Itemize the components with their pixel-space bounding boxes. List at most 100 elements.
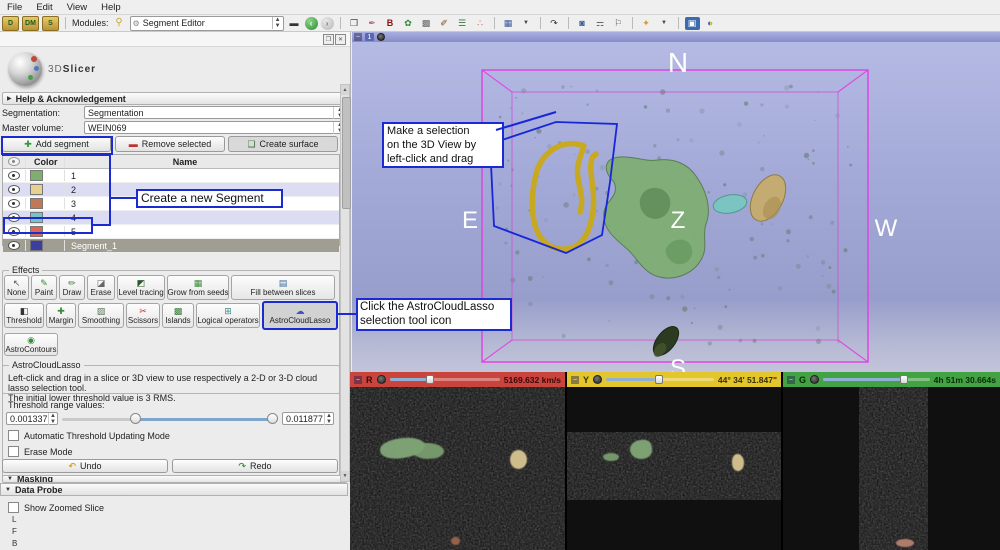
redo-button[interactable]: ↷ Redo (172, 459, 338, 473)
forward-icon[interactable]: › (320, 16, 334, 30)
eye-icon[interactable] (8, 199, 20, 208)
remove-selected-button[interactable]: ▬ Remove selected (115, 136, 225, 152)
panel-scrollbar[interactable]: ▲ ▼ (340, 84, 351, 482)
threshold-min-handle[interactable] (130, 413, 141, 424)
save-data-icon[interactable]: S (42, 15, 59, 31)
threed-view-controller-bar: – 1 (352, 32, 1000, 42)
module-history-icon[interactable]: ▬ (287, 17, 302, 30)
volume-rendering-icon[interactable]: ✒ (365, 17, 380, 30)
segment-color-swatch[interactable] (30, 198, 43, 209)
threshold-max-handle[interactable] (267, 413, 278, 424)
menu-file[interactable]: File (0, 2, 29, 13)
scroll-up-icon[interactable]: ▲ (341, 85, 349, 95)
masking-header[interactable]: ▼ Masking (2, 475, 347, 483)
slice-body-green[interactable] (783, 387, 1000, 550)
effect-scissors[interactable]: ✂ Scissors (126, 303, 160, 328)
layout-selector-icon[interactable]: ▦ (501, 17, 516, 30)
slice-view-green[interactable]: – G 4h 51m 30.664s (783, 372, 1000, 550)
menu-edit[interactable]: Edit (29, 2, 59, 13)
slice-offset-slider[interactable] (823, 375, 930, 384)
extensions-manager-icon[interactable]: ▣ (684, 16, 700, 30)
close-panel-icon[interactable]: ✕ (335, 34, 346, 45)
screenshot-icon[interactable]: ◙ (575, 17, 590, 30)
effect-none[interactable]: ↖ None (4, 275, 29, 300)
segment-color-swatch[interactable] (30, 170, 43, 181)
eye-icon[interactable] (8, 185, 20, 194)
slice-slider-handle[interactable] (899, 375, 908, 384)
effect-astrocontours[interactable]: ◉ AstroContours (4, 333, 58, 356)
data-module-icon[interactable]: ❒ (347, 17, 362, 30)
scene-view-icon[interactable]: ⚎ (593, 17, 608, 30)
segment-color-swatch[interactable] (30, 184, 43, 195)
editor-module-icon[interactable]: B (383, 17, 398, 30)
slice-menu-icon[interactable]: – (787, 375, 795, 384)
undo-button[interactable]: ↶ Undo (2, 459, 168, 473)
effect-smoothing[interactable]: ▨ Smoothing (78, 303, 124, 328)
module-search-icon[interactable]: ⚲ (112, 17, 127, 30)
effect-draw[interactable]: ✏ Draw (59, 275, 85, 300)
pin-icon[interactable] (810, 375, 820, 384)
slice-slider-handle[interactable] (425, 375, 434, 384)
slice-body-yellow[interactable] (567, 387, 781, 550)
eye-icon[interactable] (8, 171, 20, 180)
erase-mode-checkbox[interactable]: Erase Mode (8, 446, 73, 457)
eye-icon[interactable] (8, 241, 20, 250)
slice-offset-slider[interactable] (606, 375, 714, 384)
effect-fill-between-slices[interactable]: ▤ Fill between slices (231, 275, 335, 300)
effect-erase[interactable]: ◪ Erase (87, 275, 115, 300)
slice-slider-handle[interactable] (654, 375, 663, 384)
slice-body-red[interactable] (350, 387, 565, 550)
effect-margin[interactable]: ✚ Margin (46, 303, 76, 328)
segment-row-1[interactable]: 1 (3, 169, 339, 183)
module-selector[interactable]: ⚙ Segment Editor ▲ ▼ (129, 15, 284, 31)
segment-row-segment-1[interactable]: Segment_1 (3, 239, 339, 253)
markups-icon[interactable]: ∴ (473, 17, 488, 30)
effect-threshold[interactable]: ◧ Threshold (4, 303, 44, 328)
master-volume-selector[interactable]: WEIN069 ▲▼ (84, 121, 347, 134)
slice-view-yellow[interactable]: – Y 44° 34' 51.847" (567, 372, 781, 550)
threshold-max-spinbox[interactable]: 0.011877 ▲ ▼ (282, 412, 334, 425)
effect-islands[interactable]: ▩ Islands (162, 303, 194, 328)
slice-menu-icon[interactable]: – (354, 375, 362, 384)
models-module-icon[interactable]: ▩ (419, 17, 434, 30)
slice-menu-icon[interactable]: – (571, 375, 579, 384)
scroll-down-icon[interactable]: ▼ (341, 471, 349, 481)
create-surface-button[interactable]: ❑ Create surface (228, 136, 338, 152)
effect-astrocloudlasso[interactable]: ☁ AstroCloudLasso (262, 301, 338, 330)
threshold-min-spinbox[interactable]: 0.001337 ▲ ▼ (6, 412, 58, 425)
crosshair-icon[interactable]: ✦ (639, 17, 654, 30)
annotate-icon[interactable]: ✐ (437, 17, 452, 30)
mouse-mode-icon[interactable]: ↷ (547, 17, 562, 30)
pin-icon[interactable] (377, 33, 385, 41)
crosshair-dropdown-arrow[interactable]: ▼ (657, 17, 672, 30)
effect-level-tracing[interactable]: ◩ Level tracing (117, 275, 165, 300)
pin-icon[interactable] (593, 375, 603, 384)
effect-grow-from-seeds[interactable]: ▦ Grow from seeds (167, 275, 229, 300)
scene-view-restore-icon[interactable]: ⚐ (611, 17, 626, 30)
load-data-icon[interactable]: D (2, 15, 19, 31)
effect-logical-operators[interactable]: ⊞ Logical operators (196, 303, 260, 328)
segment-color-swatch[interactable] (30, 240, 43, 251)
pin-icon[interactable] (376, 375, 386, 384)
slice-offset-slider[interactable] (389, 375, 500, 384)
menu-view[interactable]: View (60, 2, 94, 13)
undock-panel-icon[interactable]: ❐ (323, 34, 334, 45)
back-icon[interactable]: ‹ (304, 16, 318, 30)
data-probe-header[interactable]: ▼ Data Probe (0, 483, 348, 496)
layout-dropdown-arrow[interactable]: ▼ (519, 17, 534, 30)
level-tracing-icon: ◩ (136, 277, 146, 288)
help-acknowledgement-header[interactable]: ▶ Help & Acknowledgement (2, 92, 347, 105)
colors-module-icon[interactable]: ✿ (401, 17, 416, 30)
menu-help[interactable]: Help (94, 2, 128, 13)
effect-paint[interactable]: ✎ Paint (31, 275, 57, 300)
view-menu-icon[interactable]: – (354, 33, 362, 41)
segmentation-selector[interactable]: Segmentation ▲▼ (84, 106, 347, 119)
scrollbar-thumb[interactable] (341, 97, 351, 209)
auto-threshold-checkbox[interactable]: Automatic Threshold Updating Mode (8, 430, 170, 441)
subject-hierarchy-icon[interactable]: ☰ (455, 17, 470, 30)
slice-view-red[interactable]: – R 5169.632 km/s (350, 372, 565, 550)
dicom-icon[interactable]: DM (22, 15, 39, 31)
threshold-range-slider[interactable] (62, 413, 278, 425)
python-console-icon[interactable]: ◖ ◗ (703, 17, 718, 30)
show-zoomed-slice-checkbox[interactable]: Show Zoomed Slice (8, 502, 104, 513)
